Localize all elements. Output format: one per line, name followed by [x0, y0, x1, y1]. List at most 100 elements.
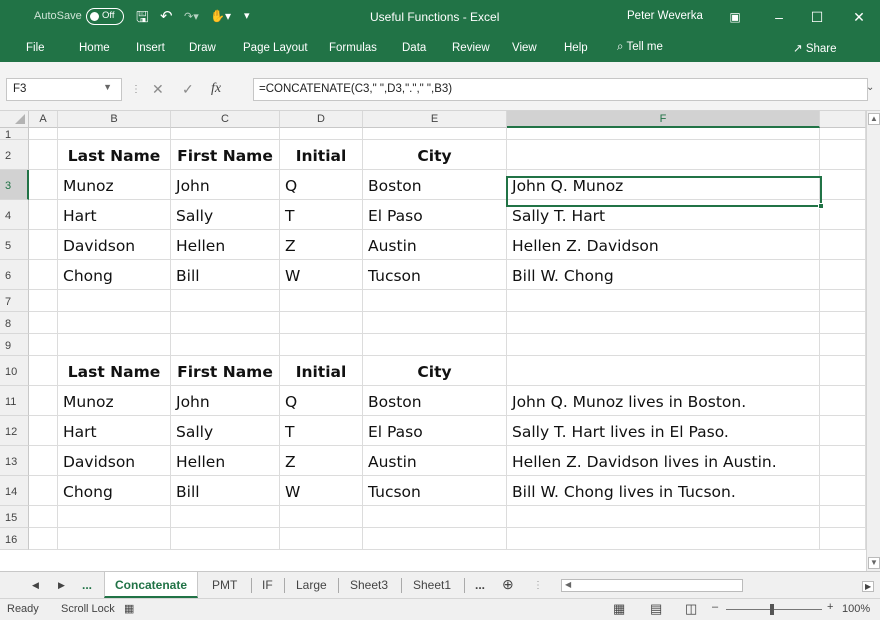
- column-header-g[interactable]: [820, 111, 866, 128]
- empty-cell-c16[interactable]: [171, 528, 280, 550]
- data-cell-f6[interactable]: Bill W. Chong: [507, 260, 820, 290]
- scroll-up-icon[interactable]: ▲: [868, 113, 880, 125]
- header-cell-e10[interactable]: City: [363, 356, 507, 386]
- worksheet-grid[interactable]: A B C D E F 1 2 Last Name First Name Initial…: [0, 111, 880, 571]
- empty-cell-a5[interactable]: [29, 230, 58, 260]
- data-cell-c11[interactable]: John: [171, 386, 280, 416]
- sheet-tab-if[interactable]: IF: [262, 578, 273, 592]
- tab-formulas[interactable]: Formulas: [329, 42, 377, 54]
- empty-cell-c9[interactable]: [171, 334, 280, 356]
- scroll-tabs-right-icon[interactable]: ▶: [58, 580, 65, 591]
- empty-cell-a1[interactable]: [29, 128, 58, 140]
- empty-cell-d8[interactable]: [280, 312, 363, 334]
- ribbon-display-icon[interactable]: ▣: [716, 4, 754, 30]
- empty-cell-c8[interactable]: [171, 312, 280, 334]
- empty-cell-g4[interactable]: [820, 200, 866, 230]
- tab-insert[interactable]: Insert: [136, 42, 165, 54]
- empty-cell-a14[interactable]: [29, 476, 58, 506]
- row-header-4[interactable]: 4: [0, 200, 29, 230]
- empty-cell-f9[interactable]: [507, 334, 820, 356]
- sheet-tab-pmt[interactable]: PMT: [212, 578, 237, 592]
- empty-cell-e8[interactable]: [363, 312, 507, 334]
- row-header-2[interactable]: 2: [0, 140, 29, 170]
- empty-cell-b9[interactable]: [58, 334, 171, 356]
- sheet-tab-large[interactable]: Large: [296, 578, 327, 592]
- horizontal-scrollbar[interactable]: ◀: [561, 579, 743, 592]
- empty-cell-a10[interactable]: [29, 356, 58, 386]
- empty-cell-a15[interactable]: [29, 506, 58, 528]
- header-cell-b10[interactable]: Last Name: [58, 356, 171, 386]
- zoom-slider-thumb[interactable]: [770, 604, 774, 615]
- zoom-in-icon[interactable]: +: [827, 601, 833, 613]
- empty-cell-a11[interactable]: [29, 386, 58, 416]
- empty-cell-f2[interactable]: [507, 140, 820, 170]
- name-box[interactable]: F3 ▼: [6, 78, 122, 101]
- data-cell-c3[interactable]: John: [171, 170, 280, 200]
- more-sheets-right[interactable]: ...: [475, 578, 485, 592]
- row-header-6[interactable]: 6: [0, 260, 29, 290]
- data-cell-b6[interactable]: Chong: [58, 260, 171, 290]
- maximize-icon[interactable]: ☐: [798, 4, 836, 30]
- empty-cell-d1[interactable]: [280, 128, 363, 140]
- save-icon[interactable]: 🖫: [136, 7, 149, 32]
- empty-cell-e9[interactable]: [363, 334, 507, 356]
- data-cell-d14[interactable]: W: [280, 476, 363, 506]
- data-cell-d5[interactable]: Z: [280, 230, 363, 260]
- empty-cell-g12[interactable]: [820, 416, 866, 446]
- data-cell-e14[interactable]: Tucson: [363, 476, 507, 506]
- empty-cell-a7[interactable]: [29, 290, 58, 312]
- row-header-3[interactable]: 3: [0, 170, 29, 200]
- empty-cell-b7[interactable]: [58, 290, 171, 312]
- empty-cell-a2[interactable]: [29, 140, 58, 170]
- page-layout-view-icon[interactable]: ▤: [650, 601, 662, 617]
- row-header-15[interactable]: 15: [0, 506, 29, 528]
- data-cell-d11[interactable]: Q: [280, 386, 363, 416]
- data-cell-f14[interactable]: Bill W. Chong lives in Tucson.: [507, 476, 820, 506]
- data-cell-b11[interactable]: Munoz: [58, 386, 171, 416]
- empty-cell-c15[interactable]: [171, 506, 280, 528]
- zoom-level[interactable]: 100%: [842, 603, 870, 615]
- scroll-left-icon[interactable]: ◀: [565, 580, 571, 589]
- empty-cell-a3[interactable]: [29, 170, 58, 200]
- sheet-tab-sheet3[interactable]: Sheet3: [350, 578, 388, 592]
- row-header-12[interactable]: 12: [0, 416, 29, 446]
- more-sheets-left[interactable]: ...: [82, 578, 92, 592]
- empty-cell-g13[interactable]: [820, 446, 866, 476]
- data-cell-c14[interactable]: Bill: [171, 476, 280, 506]
- empty-cell-f10[interactable]: [507, 356, 820, 386]
- data-cell-f5[interactable]: Hellen Z. Davidson: [507, 230, 820, 260]
- data-cell-f13[interactable]: Hellen Z. Davidson lives in Austin.: [507, 446, 820, 476]
- vertical-scrollbar[interactable]: ▲ ▼: [866, 111, 880, 571]
- empty-cell-g11[interactable]: [820, 386, 866, 416]
- formula-input[interactable]: =CONCATENATE(C3," ",D3,"."," ",B3): [253, 78, 868, 101]
- row-header-11[interactable]: 11: [0, 386, 29, 416]
- empty-cell-e15[interactable]: [363, 506, 507, 528]
- scroll-right-icon[interactable]: ▶: [862, 581, 875, 592]
- column-header-e[interactable]: E: [363, 111, 507, 128]
- data-cell-d4[interactable]: T: [280, 200, 363, 230]
- empty-cell-f15[interactable]: [507, 506, 820, 528]
- empty-cell-g16[interactable]: [820, 528, 866, 550]
- tell-me-search[interactable]: ⌕ Tell me: [617, 41, 663, 54]
- tab-draw[interactable]: Draw: [189, 42, 216, 54]
- empty-cell-c7[interactable]: [171, 290, 280, 312]
- touch-mode-icon[interactable]: ✋▾: [210, 9, 231, 23]
- redo-icon[interactable]: ↷▾: [184, 10, 199, 23]
- column-header-a[interactable]: A: [29, 111, 58, 128]
- data-cell-e6[interactable]: Tucson: [363, 260, 507, 290]
- data-cell-b13[interactable]: Davidson: [58, 446, 171, 476]
- row-header-8[interactable]: 8: [0, 312, 29, 334]
- empty-cell-g3[interactable]: [820, 170, 866, 200]
- header-cell-c2[interactable]: First Name: [171, 140, 280, 170]
- tab-page-layout[interactable]: Page Layout: [243, 42, 308, 54]
- close-icon[interactable]: ✕: [840, 4, 878, 30]
- empty-cell-f16[interactable]: [507, 528, 820, 550]
- undo-icon[interactable]: ↶: [160, 7, 173, 25]
- data-cell-e3[interactable]: Boston: [363, 170, 507, 200]
- zoom-slider[interactable]: [726, 609, 822, 610]
- header-cell-d10[interactable]: Initial: [280, 356, 363, 386]
- empty-cell-d7[interactable]: [280, 290, 363, 312]
- data-cell-b5[interactable]: Davidson: [58, 230, 171, 260]
- header-cell-c10[interactable]: First Name: [171, 356, 280, 386]
- data-cell-b4[interactable]: Hart: [58, 200, 171, 230]
